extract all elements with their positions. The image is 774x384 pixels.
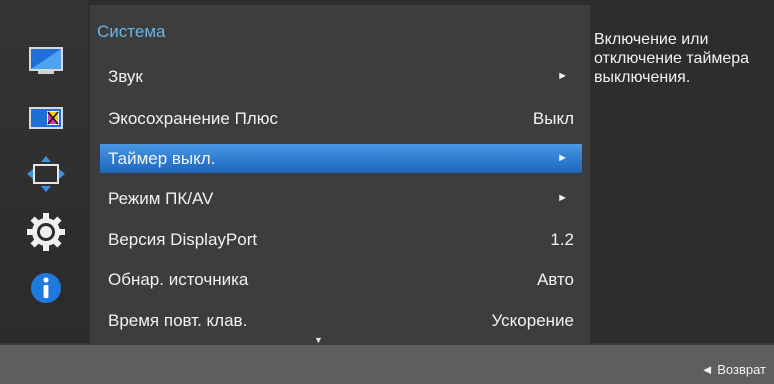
category-sidebar [0,0,88,343]
osd-menu: Система Звук ► Экосохранение Плюс Выкл Т… [0,0,774,345]
menu-item-off-timer[interactable]: Таймер выкл. ► [100,144,582,173]
scroll-down-icon[interactable]: ▼ [314,335,323,345]
menu-item-label: Время повт. клав. [108,311,248,330]
menu-item-label: Экосохранение Плюс [108,109,278,128]
return-button[interactable]: ◄ Возврат [701,362,766,377]
submenu-arrow-icon: ► [557,70,568,82]
picture-icon[interactable] [26,42,66,82]
system-icon[interactable] [26,212,66,252]
menu-item-value: Авто [536,270,574,289]
menu-item-label: Таймер выкл. [108,149,216,168]
menu-item-value: Ускорение [491,311,575,330]
menu-item-label: Версия DisplayPort [108,230,258,249]
menu-item-value: 1.2 [550,230,574,249]
information-icon[interactable] [26,268,66,308]
submenu-arrow-icon: ► [557,152,568,164]
submenu-arrow-icon: ► [557,192,568,204]
system-menu: Система Звук ► Экосохранение Плюс Выкл Т… [90,5,590,345]
bottom-bar: ◄ Возврат [0,345,774,384]
menu-item-pc-av-mode[interactable]: Режим ПК/AV ► [100,184,582,213]
menu-item-label: Звук [108,67,143,86]
size-position-icon[interactable] [26,154,66,194]
menu-item-eco-saving-plus[interactable]: Экосохранение Плюс Выкл [100,104,582,133]
menu-item-label: Режим ПК/AV [108,189,214,208]
help-text: Включение или отключение таймера выключе… [594,31,750,86]
menu-item-sound[interactable]: Звук ► [100,62,582,91]
menu-item-label: Обнар. источника [108,270,249,289]
menu-item-key-repeat-time[interactable]: Время повт. клав. Ускорение [100,306,582,335]
menu-item-value: Выкл [532,109,574,128]
menu-title: Система [97,22,166,41]
color-icon[interactable] [26,98,66,138]
menu-item-displayport-version[interactable]: Версия DisplayPort 1.2 [100,225,582,254]
menu-item-source-detection[interactable]: Обнар. источника Авто [100,265,582,294]
